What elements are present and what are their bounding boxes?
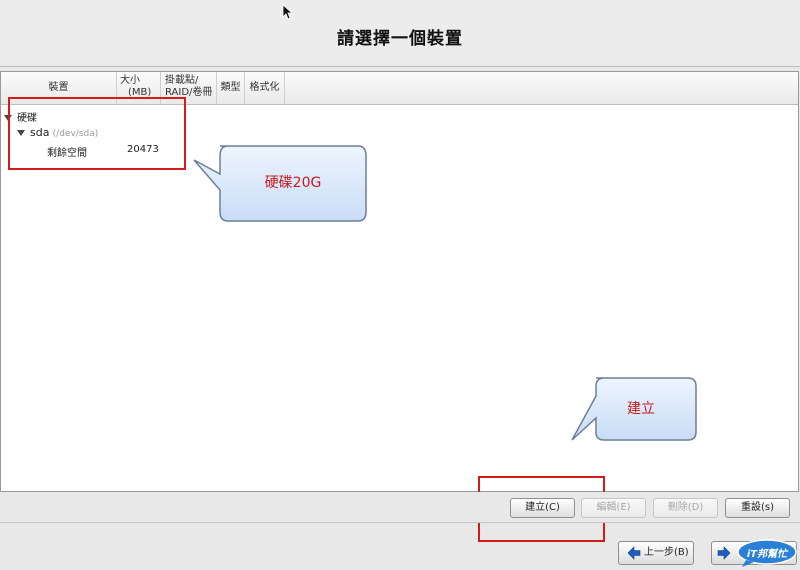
logo-text: iT邦幫忙	[746, 549, 788, 560]
delete-button[interactable]: 刪除(D)	[653, 498, 718, 518]
installer-header: 請選擇一個裝置	[0, 0, 800, 67]
column-format[interactable]: 格式化	[245, 72, 285, 104]
column-type[interactable]: 類型	[217, 72, 245, 104]
create-button[interactable]: 建立(C)	[510, 498, 575, 518]
callout-create: 建立	[566, 374, 702, 446]
callout-disk: 硬碟20G	[190, 140, 370, 225]
back-button[interactable]: 上一步(B)	[618, 541, 694, 565]
next-arrow-icon	[717, 546, 731, 560]
annotation-box-disk	[8, 97, 186, 170]
edit-button[interactable]: 編輯(E)	[581, 498, 646, 518]
footer-divider	[0, 522, 800, 523]
callout-create-text: 建立	[627, 401, 655, 417]
callout-disk-text: 硬碟20G	[264, 175, 322, 191]
back-button-label: 上一步(B)	[644, 547, 689, 558]
reset-button[interactable]: 重設(s)	[725, 498, 790, 518]
back-arrow-icon	[627, 546, 641, 560]
action-button-bar: 建立(C) 編輯(E) 刪除(D) 重設(s)	[0, 492, 800, 522]
ithome-logo: iT邦幫忙	[736, 538, 798, 568]
mouse-cursor-icon	[282, 4, 294, 20]
page-title: 請選擇一個裝置	[337, 29, 463, 49]
